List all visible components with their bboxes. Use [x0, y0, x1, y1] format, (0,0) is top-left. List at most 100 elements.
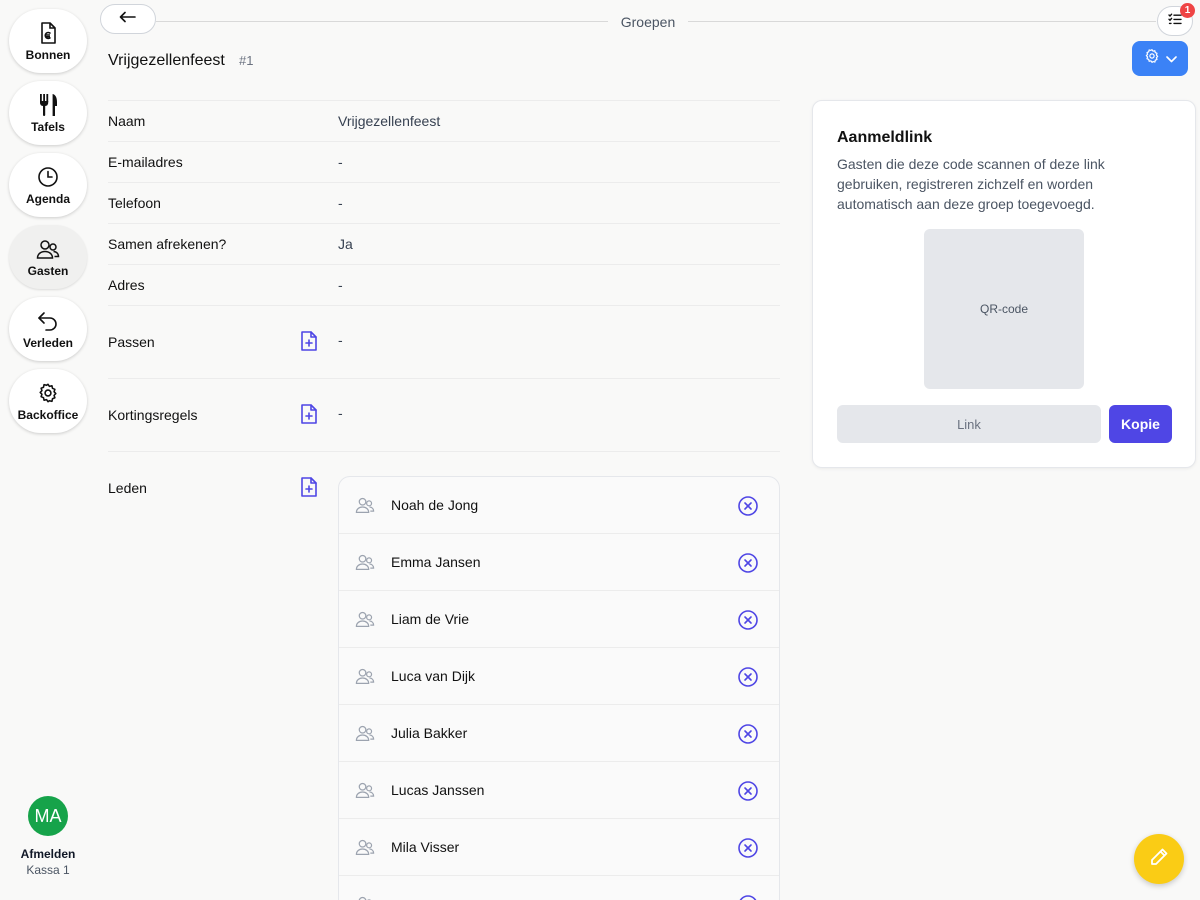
- users-icon: [355, 553, 375, 573]
- file-plus-icon: [300, 477, 318, 501]
- member-name: Luca van Dijk: [391, 668, 476, 684]
- users-icon: [355, 496, 375, 516]
- nav-verleden[interactable]: Verleden: [9, 297, 87, 361]
- users-icon: [355, 838, 375, 858]
- passes-label: Passen: [108, 334, 155, 350]
- members-list[interactable]: Noah de Jong Emma Jansen Liam de Vrie Lu…: [338, 476, 780, 900]
- remove-member-icon[interactable]: [737, 552, 759, 574]
- user-panel: MA Afmelden Kassa 1: [0, 796, 96, 877]
- divider: [108, 141, 780, 142]
- divider: [108, 451, 780, 452]
- remove-member-icon[interactable]: [737, 495, 759, 517]
- divider: [108, 223, 780, 224]
- divider: [108, 182, 780, 183]
- list-item[interactable]: Mila Visser: [339, 819, 779, 876]
- group-id: #1: [239, 53, 254, 68]
- split-bill-value: Ja: [338, 236, 353, 252]
- remove-member-icon[interactable]: [737, 780, 759, 802]
- group-settings-button[interactable]: [1132, 41, 1188, 76]
- header-divider-left: [156, 21, 608, 22]
- signup-link-field[interactable]: Link: [837, 405, 1101, 443]
- sidebar: Bonnen Tafels Agenda Gasten Verleden Bac…: [0, 0, 96, 900]
- list-item[interactable]: Luca van Dijk: [339, 648, 779, 705]
- member-name: Emma Jansen: [391, 554, 481, 570]
- remove-member-icon[interactable]: [737, 837, 759, 859]
- email-label: E-mailadres: [108, 154, 183, 170]
- nav-agenda[interactable]: Agenda: [9, 153, 87, 217]
- discount-rules-value: -: [338, 405, 343, 421]
- users-icon: [36, 237, 60, 261]
- nav-agenda-label: Agenda: [25, 191, 70, 206]
- name-label: Naam: [108, 113, 146, 129]
- chevron-down-icon: [1165, 50, 1177, 68]
- users-icon: [355, 895, 375, 900]
- remove-member-icon[interactable]: [737, 609, 759, 631]
- phone-value: -: [338, 195, 343, 211]
- list-item[interactable]: Julia Bakker: [339, 705, 779, 762]
- members-label: Leden: [108, 480, 147, 496]
- list-item[interactable]: Lucas Janssen: [339, 762, 779, 819]
- list-item[interactable]: Liam de Vrie: [339, 591, 779, 648]
- logout-link[interactable]: Afmelden: [0, 847, 96, 861]
- users-icon: [355, 724, 375, 744]
- clock-icon: [36, 165, 60, 189]
- nav-tafels-label: Tafels: [31, 119, 65, 134]
- address-label: Adres: [108, 277, 145, 293]
- receipt-euro-icon: [36, 21, 60, 45]
- nav-gasten-label: Gasten: [27, 263, 69, 278]
- edit-button[interactable]: [1134, 834, 1184, 884]
- member-name: Julia Bakker: [391, 725, 468, 741]
- add-pass-button[interactable]: [300, 331, 318, 351]
- add-member-button[interactable]: [300, 477, 318, 497]
- nav-backoffice[interactable]: Backoffice: [9, 369, 87, 433]
- nav-tafels[interactable]: Tafels: [9, 81, 87, 145]
- utensils-icon: [36, 93, 60, 117]
- users-icon: [355, 610, 375, 630]
- divider: [108, 264, 780, 265]
- member-name: Lucas Janssen: [391, 782, 485, 798]
- name-value: Vrijgezellenfeest: [338, 113, 441, 129]
- split-bill-label: Samen afrekenen?: [108, 236, 227, 252]
- qr-code: QR-code: [924, 229, 1084, 389]
- back-button[interactable]: [100, 4, 156, 34]
- header-title: Groepen: [620, 14, 676, 30]
- arrow-left-icon: [119, 10, 137, 28]
- address-value: -: [338, 277, 343, 293]
- remove-member-icon[interactable]: [737, 666, 759, 688]
- member-name: Liam de Vrie: [391, 611, 470, 627]
- add-discount-rule-button[interactable]: [300, 404, 318, 424]
- file-plus-icon: [300, 404, 318, 428]
- page-title: Vrijgezellenfeest: [108, 52, 225, 69]
- divider: [108, 100, 780, 101]
- member-name: Mila Visser: [391, 839, 460, 855]
- users-icon: [355, 667, 375, 687]
- remove-member-icon[interactable]: [737, 894, 759, 900]
- nav-backoffice-label: Backoffice: [17, 407, 79, 422]
- header-divider-right: [688, 21, 1156, 22]
- divider: [108, 305, 780, 306]
- signup-link-card: Aanmeldlink Gasten die deze code scannen…: [812, 100, 1196, 468]
- passes-value: -: [338, 332, 343, 348]
- nav-gasten[interactable]: Gasten: [9, 225, 87, 289]
- avatar[interactable]: MA: [28, 796, 68, 836]
- list-item[interactable]: Emma Jansen: [339, 534, 779, 591]
- gear-icon: [36, 381, 60, 405]
- remove-member-icon[interactable]: [737, 723, 759, 745]
- member-name: Noah de Jong: [391, 497, 479, 513]
- divider: [108, 378, 780, 379]
- copy-button[interactable]: Kopie: [1109, 405, 1172, 443]
- nav-bonnen[interactable]: Bonnen: [9, 9, 87, 73]
- card-title: Aanmeldlink: [837, 129, 933, 146]
- nav-bonnen-label: Bonnen: [25, 47, 71, 62]
- list-item-partial[interactable]: [339, 876, 779, 900]
- card-description: Gasten die deze code scannen of deze lin…: [837, 156, 1105, 212]
- notification-badge: 1: [1180, 3, 1195, 18]
- pencil-icon: [1149, 847, 1169, 872]
- gear-icon: [1144, 48, 1160, 69]
- list-item[interactable]: Noah de Jong: [339, 477, 779, 534]
- email-value: -: [338, 154, 343, 170]
- file-plus-icon: [300, 331, 318, 355]
- users-icon: [355, 781, 375, 801]
- discount-rules-label: Kortingsregels: [108, 407, 198, 423]
- nav-verleden-label: Verleden: [22, 335, 74, 350]
